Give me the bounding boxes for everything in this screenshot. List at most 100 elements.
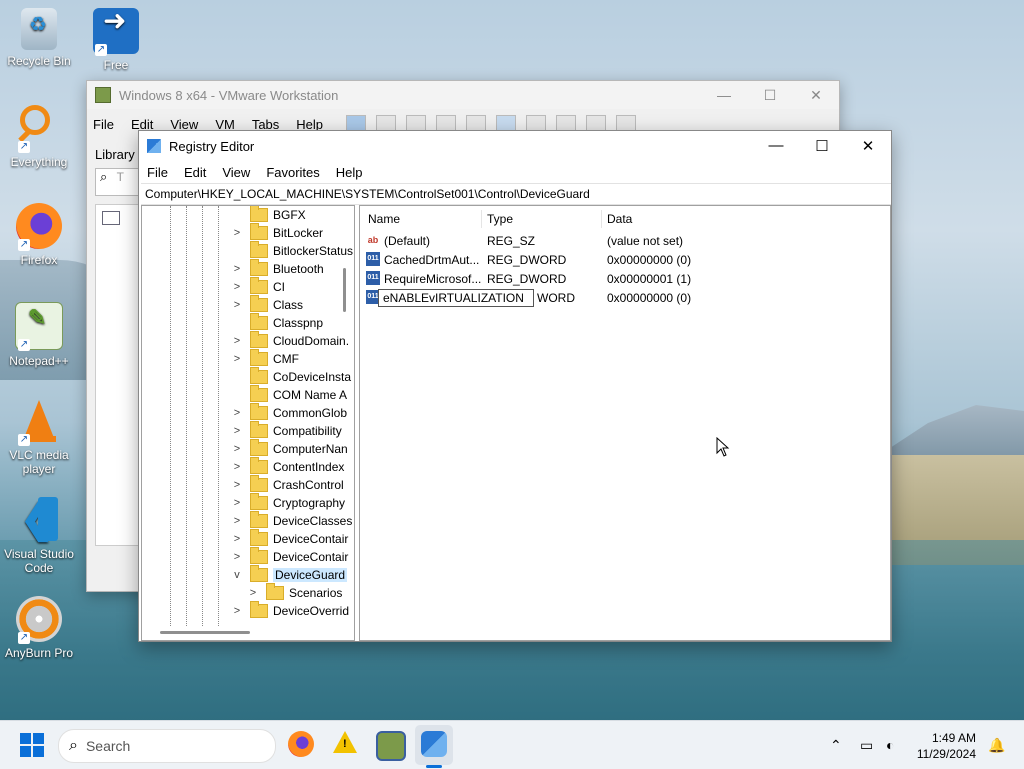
regedit-menu-edit[interactable]: Edit	[184, 165, 206, 180]
tree-item[interactable]: > DeviceOverrid	[230, 601, 349, 620]
column-divider[interactable]	[481, 210, 482, 228]
vmware-taskbar-icon[interactable]	[376, 731, 406, 761]
column-divider[interactable]	[601, 210, 602, 228]
tree-item[interactable]: > CI	[230, 277, 285, 296]
tree-item[interactable]: > DeviceContair	[230, 529, 348, 548]
vscode-icon: ❮	[16, 497, 62, 543]
folder-icon	[250, 331, 268, 348]
address-bar[interactable]: Computer\HKEY_LOCAL_MACHINE\SYSTEM\Contr…	[141, 183, 891, 205]
desktop-icon-vlc[interactable]: ↗ VLC media player	[3, 398, 75, 476]
mouse-cursor-icon	[716, 437, 730, 457]
vmware-menu-file[interactable]: File	[93, 117, 114, 132]
value-row[interactable]: 011 CachedDrtmAut... REG_DWORD 0x0000000…	[360, 250, 890, 269]
desktop-icon-everything[interactable]: ↗ Everything	[3, 105, 75, 169]
chevron-right-icon[interactable]: >	[230, 605, 244, 617]
tree-item[interactable]: > CloudDomain.	[230, 331, 349, 350]
registry-editor-window[interactable]: Registry Editor — ☐ ✕ File Edit View Fav…	[138, 130, 892, 642]
regedit-taskbar-icon[interactable]	[421, 731, 447, 757]
column-header-data[interactable]: Data	[607, 212, 632, 226]
close-button[interactable]: ✕	[793, 87, 839, 104]
chevron-right-icon[interactable]: >	[230, 263, 244, 275]
chevron-right-icon[interactable]: >	[230, 551, 244, 563]
warning-taskbar-icon[interactable]: !	[332, 731, 358, 757]
tree-item[interactable]: > CommonGlob	[230, 403, 347, 422]
chevron-right-icon[interactable]: >	[230, 515, 244, 527]
tree-item[interactable]: BGFX	[230, 206, 306, 224]
maximize-button[interactable]: ☐	[799, 137, 845, 155]
regedit-menu-file[interactable]: File	[147, 165, 168, 180]
chevron-right-icon[interactable]: >	[230, 227, 244, 239]
rename-input[interactable]: eNABLEvIRTUALIZATION	[378, 289, 534, 307]
chevron-right-icon[interactable]: >	[230, 497, 244, 509]
chevron-right-icon[interactable]: >	[230, 281, 244, 293]
desktop-icon-firefox[interactable]: ↗ Firefox	[3, 203, 75, 267]
desktop-icon-notepadpp[interactable]: ✎ ↗ Notepad++	[3, 302, 75, 368]
tree-item[interactable]: BitlockerStatus	[230, 241, 353, 260]
firefox-taskbar-icon[interactable]	[288, 731, 314, 757]
maximize-button[interactable]: ☐	[747, 87, 793, 104]
tree-item-selected[interactable]: v DeviceGuard	[230, 565, 348, 584]
show-hidden-icons-chevron-icon[interactable]: ⌃	[830, 721, 842, 769]
desktop-icon-free-download[interactable]: ➜ ↗ Free Download	[80, 7, 152, 72]
column-header-name[interactable]: Name	[368, 212, 400, 226]
folder-icon	[250, 511, 268, 528]
tree-item[interactable]: > ContentIndex	[230, 457, 344, 476]
desktop-icon-recycle-bin[interactable]: ♻ Recycle Bin	[3, 8, 75, 68]
chevron-right-icon[interactable]: >	[230, 479, 244, 491]
regedit-menu-favorites[interactable]: Favorites	[266, 165, 319, 180]
chevron-right-icon[interactable]: >	[230, 443, 244, 455]
tree-item[interactable]: Classpnp	[230, 313, 323, 332]
chevron-right-icon[interactable]: >	[230, 335, 244, 347]
clock[interactable]: 1:49 AM 11/29/2024	[917, 730, 976, 762]
vmware-library-panel: Library ⌕ T	[87, 139, 141, 589]
chevron-right-icon[interactable]: >	[230, 407, 244, 419]
value-row[interactable]: ab (Default) REG_SZ (value not set)	[360, 231, 890, 250]
tree-item[interactable]: COM Name A	[230, 385, 347, 404]
vlc-icon: ↗	[16, 398, 62, 446]
chevron-right-icon[interactable]: >	[230, 461, 244, 473]
minimize-button[interactable]: —	[701, 87, 747, 104]
taskbar-search[interactable]: ⌕ Search	[58, 729, 276, 763]
chevron-down-icon[interactable]: v	[230, 569, 244, 581]
tree-horizontal-scrollbar[interactable]	[160, 631, 250, 634]
desktop-icon-anyburn[interactable]: ↗ AnyBurn Pro	[3, 596, 75, 660]
tree-item[interactable]: > Cryptography	[230, 493, 345, 512]
computer-icon	[102, 211, 120, 225]
library-search-input[interactable]: ⌕ T	[95, 168, 141, 196]
regedit-titlebar[interactable]: Registry Editor — ☐ ✕	[139, 131, 891, 161]
tree-item[interactable]: > CMF	[230, 349, 299, 368]
key-tree-pane[interactable]: BGFX > BitLocker BitlockerStatus > Bluetoo…	[141, 205, 355, 641]
minimize-button[interactable]: —	[753, 137, 799, 155]
tree-vertical-scrollbar[interactable]	[343, 268, 346, 312]
tree-item[interactable]: CoDeviceInsta	[230, 367, 351, 386]
chevron-right-icon[interactable]: >	[230, 299, 244, 311]
tree-item[interactable]: > BitLocker	[230, 223, 323, 242]
tree-item[interactable]: > Scenarios	[246, 583, 342, 602]
chevron-right-icon[interactable]: >	[246, 587, 260, 599]
regedit-menu-view[interactable]: View	[222, 165, 250, 180]
close-button[interactable]: ✕	[845, 137, 891, 155]
column-header-type[interactable]: Type	[487, 212, 513, 226]
value-row[interactable]: 011 RequireMicrosof... REG_DWORD 0x00000…	[360, 269, 890, 288]
tree-item[interactable]: > ComputerNan	[230, 439, 348, 458]
vmware-titlebar[interactable]: Windows 8 x64 - VMware Workstation — ☐ ✕	[87, 81, 839, 109]
value-row-renaming[interactable]: 011 eNABLEvIRTUALIZATION WORD 0x00000000…	[360, 288, 890, 307]
tree-item[interactable]: > Compatibility	[230, 421, 342, 440]
volume-icon[interactable]: ◐	[886, 721, 894, 769]
start-button[interactable]	[20, 733, 44, 757]
tree-item[interactable]: > Class	[230, 295, 303, 314]
chevron-right-icon[interactable]: >	[230, 533, 244, 545]
tree-item[interactable]: > Bluetooth	[230, 259, 324, 278]
chevron-right-icon[interactable]: >	[230, 425, 244, 437]
notification-bell-icon[interactable]: 🔔	[988, 721, 1005, 769]
folder-icon	[250, 259, 268, 276]
tree-item[interactable]: > CrashControl	[230, 475, 344, 494]
regedit-menu-help[interactable]: Help	[336, 165, 363, 180]
chevron-right-icon[interactable]: >	[230, 353, 244, 365]
desktop-icon-vscode[interactable]: ❮ Visual Studio Code	[3, 497, 75, 575]
network-icon[interactable]: ▭	[860, 721, 873, 769]
library-tree[interactable]	[95, 204, 141, 546]
values-pane[interactable]: Name Type Data ab (Default) REG_SZ (valu…	[359, 205, 891, 641]
tree-item[interactable]: > DeviceClasses	[230, 511, 352, 530]
tree-item[interactable]: > DeviceContair	[230, 547, 348, 566]
